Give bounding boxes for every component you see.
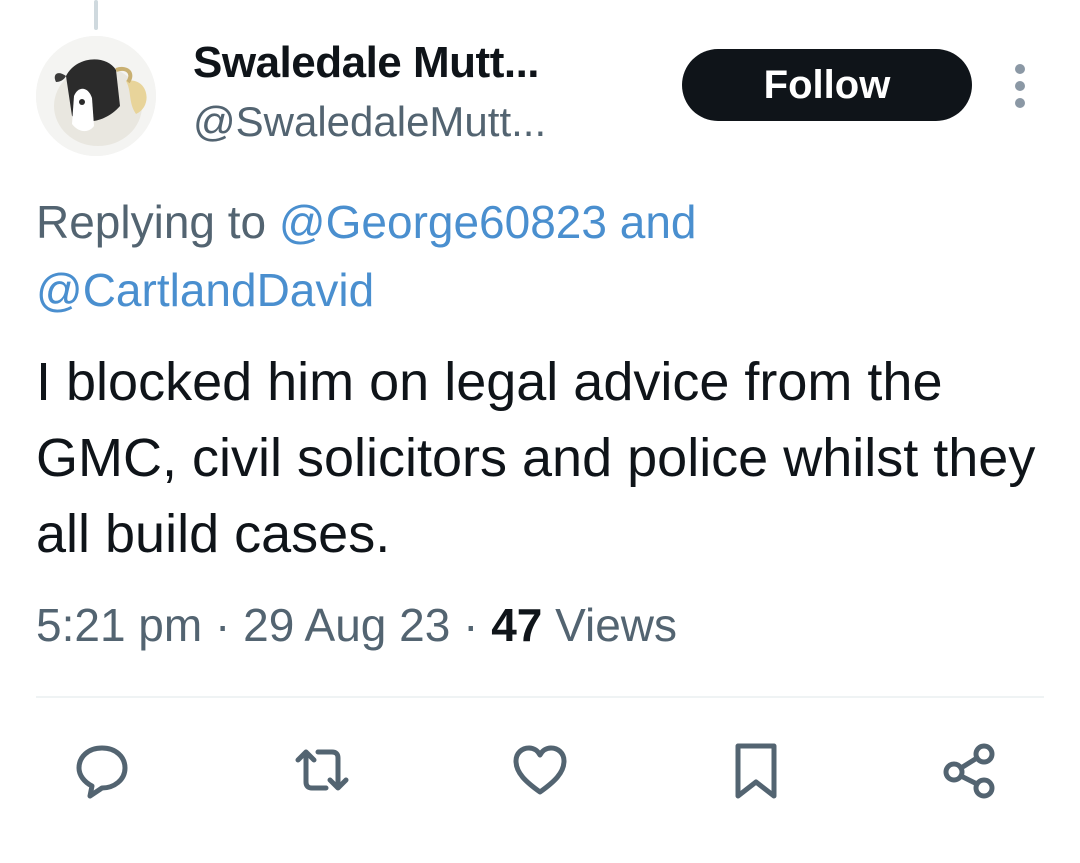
meta-separator: · — [202, 599, 244, 651]
thread-connector-line — [94, 0, 98, 30]
more-options-icon[interactable] — [1008, 64, 1032, 108]
author-handle[interactable]: @SwaledaleMutt... — [193, 98, 546, 146]
reply-conjunction: and — [606, 196, 697, 248]
reply-button[interactable] — [72, 740, 132, 800]
goat-avatar-image — [36, 36, 156, 156]
retweet-icon — [295, 749, 349, 791]
share-button[interactable] — [940, 740, 1000, 800]
bookmark-button[interactable] — [726, 740, 786, 800]
like-button[interactable] — [510, 740, 570, 800]
divider — [36, 696, 1044, 698]
speech-bubble-icon — [76, 745, 128, 799]
tweet-text: I blocked him on legal advice from the G… — [36, 352, 1036, 564]
tweet-meta: 5:21 pm · 29 Aug 23 · 47 Views — [36, 598, 677, 652]
author-display-name[interactable]: Swaledale Mutt... — [193, 38, 540, 88]
tweet-time[interactable]: 5:21 pm — [36, 599, 202, 651]
tweet-date[interactable]: 29 Aug 23 — [243, 599, 450, 651]
reply-context: Replying to @George60823 and @CartlandDa… — [36, 188, 1036, 324]
heart-icon — [513, 745, 567, 795]
views-count[interactable]: 47 — [491, 599, 542, 651]
reply-prefix: Replying to — [36, 196, 279, 248]
avatar[interactable] — [36, 36, 156, 156]
meta-separator: · — [450, 599, 492, 651]
follow-button[interactable]: Follow — [682, 49, 972, 121]
bookmark-icon — [735, 743, 777, 799]
mention-link-cartland[interactable]: @CartlandDavid — [36, 264, 374, 316]
dot — [1015, 98, 1025, 108]
share-icon — [943, 743, 995, 799]
views-label[interactable]: Views — [542, 599, 677, 651]
retweet-button[interactable] — [292, 740, 352, 800]
mention-link-george[interactable]: @George60823 — [279, 196, 607, 248]
dot — [1015, 81, 1025, 91]
dot — [1015, 64, 1025, 74]
